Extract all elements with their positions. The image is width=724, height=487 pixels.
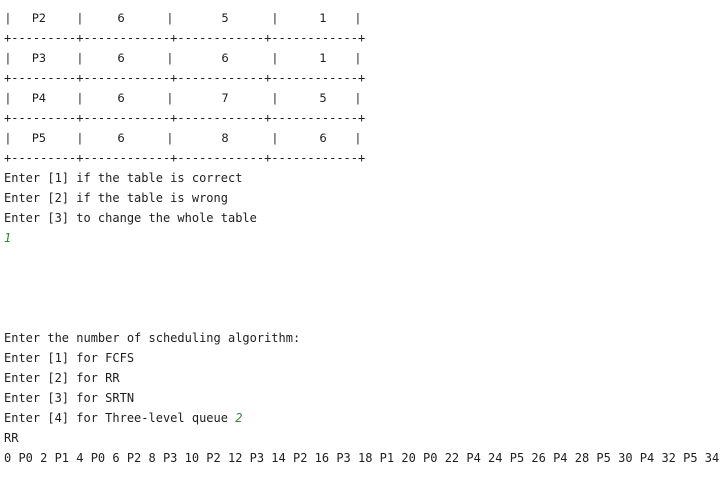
table-separator: |: [6, 131, 10, 145]
table-cell-value: 1: [319, 51, 327, 65]
table-separator: |: [273, 51, 277, 65]
table-separator: |: [6, 51, 10, 65]
table-separator: |: [168, 131, 172, 145]
table-separator: |: [273, 91, 277, 105]
table-cell-value: 6: [221, 51, 229, 65]
table-separator: |: [6, 91, 10, 105]
table-cell-value: 5: [319, 91, 327, 105]
table-separator: |: [356, 91, 360, 105]
table-border: +---------+------------+------------+---…: [4, 71, 366, 85]
table-cell-value: 5: [221, 11, 229, 25]
gantt-sequence-output: 0 P0 2 P1 4 P0 6 P2 8 P3 10 P2 12 P3 14 …: [4, 451, 720, 465]
algorithm-user-input: 2: [235, 411, 243, 425]
table-cell-value: 8: [221, 131, 229, 145]
algorithm-option-rr: Enter [2] for RR: [4, 371, 120, 385]
table-separator: |: [356, 51, 360, 65]
selected-algorithm-name: RR: [4, 431, 19, 445]
table-separator: |: [168, 91, 172, 105]
table-cell-value: 6: [319, 131, 327, 145]
table-cell-process: P2: [31, 11, 47, 25]
algorithm-option-three-level-label: Enter [4] for Three-level queue: [4, 411, 228, 425]
table-separator: |: [356, 11, 360, 25]
table-cell-process: P3: [31, 51, 47, 65]
algorithm-prompt-header: Enter the number of scheduling algorithm…: [4, 331, 301, 345]
table-separator: |: [273, 11, 277, 25]
algorithm-option-three-level: Enter [4] for Three-level queue 2: [4, 408, 242, 428]
confirm-option-change: Enter [3] to change the whole table: [4, 211, 257, 225]
table-separator: |: [78, 91, 82, 105]
table-cell-value: 7: [221, 91, 229, 105]
table-cell-value: 1: [319, 11, 327, 25]
table-cell-process: P4: [31, 91, 47, 105]
table-cell-value: 6: [117, 11, 125, 25]
table-border: +---------+------------+------------+---…: [4, 31, 366, 45]
table-separator: |: [356, 131, 360, 145]
table-separator: |: [78, 131, 82, 145]
table-border: +---------+------------+------------+---…: [4, 111, 366, 125]
table-separator: |: [6, 11, 10, 25]
table-separator: |: [168, 11, 172, 25]
table-cell-value: 6: [117, 91, 125, 105]
confirm-option-wrong: Enter [2] if the table is wrong: [4, 191, 228, 205]
table-separator: |: [78, 51, 82, 65]
console-output[interactable]: | P2 | 6 | 5 | 1 | +---------+----------…: [0, 0, 724, 487]
table-separator: |: [168, 51, 172, 65]
table-cell-process: P5: [31, 131, 47, 145]
algorithm-option-srtn: Enter [3] for SRTN: [4, 391, 135, 405]
confirm-option-correct: Enter [1] if the table is correct: [4, 171, 243, 185]
table-separator: |: [78, 11, 82, 25]
table-cell-value: 6: [117, 131, 125, 145]
table-border: +---------+------------+------------+---…: [4, 151, 366, 165]
table-cell-value: 6: [117, 51, 125, 65]
table-separator: |: [273, 131, 277, 145]
confirm-user-input: 1: [4, 231, 12, 245]
algorithm-option-fcfs: Enter [1] for FCFS: [4, 351, 135, 365]
